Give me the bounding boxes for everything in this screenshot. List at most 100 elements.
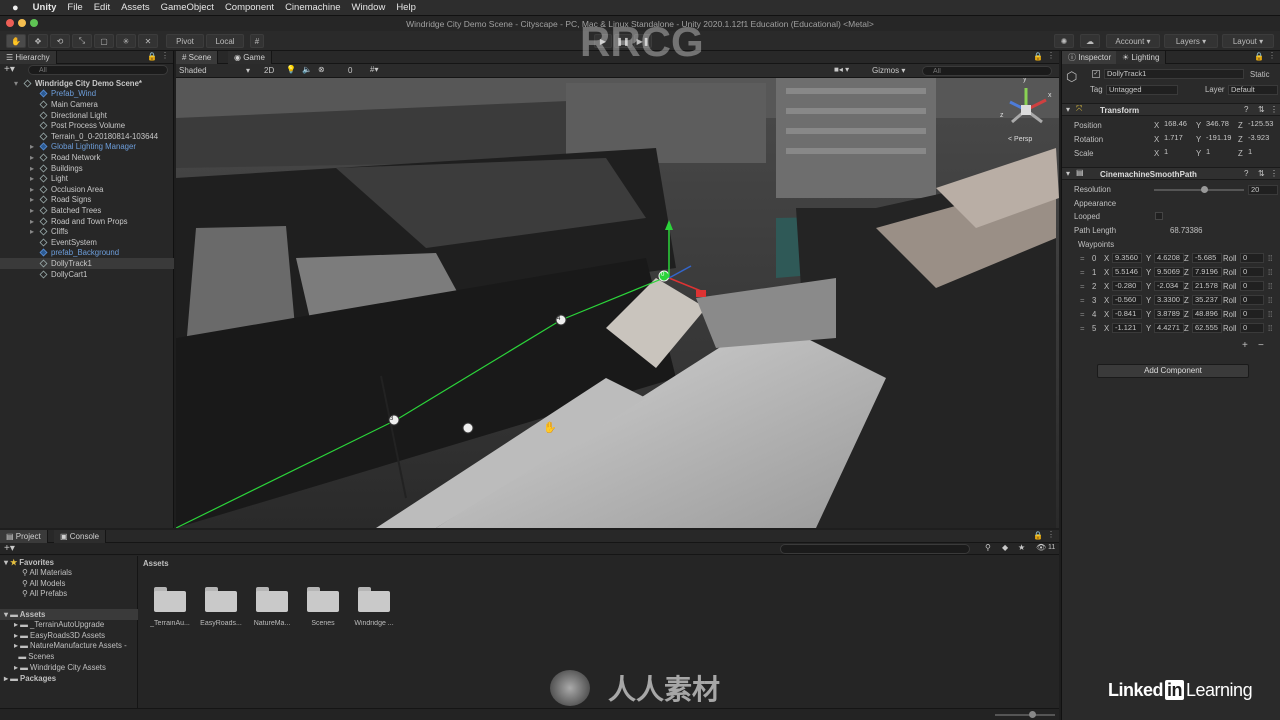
drag-handle-icon[interactable]: = xyxy=(1080,282,1085,291)
packages-tree-header[interactable]: ▸ ▬ Packages xyxy=(4,674,56,683)
transform-x-field[interactable]: 1.717 xyxy=(1162,134,1194,144)
filter-label-icon[interactable]: ◆ xyxy=(1002,543,1008,552)
tree-folder[interactable]: ▸ ▬ NatureManufacture Assets - xyxy=(14,641,127,650)
hierarchy-item[interactable]: prefab_Background xyxy=(0,248,174,259)
menu-edit[interactable]: Edit xyxy=(94,2,110,13)
waypoint-roll-field[interactable]: 0 xyxy=(1240,323,1264,333)
tab-lighting[interactable]: ☀ Lighting xyxy=(1116,51,1167,64)
favorite-icon[interactable]: ★ xyxy=(1018,543,1025,552)
waypoint-handle-icon[interactable]: ⁞⁞ xyxy=(1268,310,1272,319)
transform-y-field[interactable]: -191.19 xyxy=(1204,134,1236,144)
waypoint-roll-field[interactable]: 0 xyxy=(1240,281,1264,291)
transform-y-field[interactable]: 346.78 xyxy=(1204,120,1236,130)
local-toggle-button[interactable]: Local xyxy=(206,34,244,48)
gizmos-dropdown[interactable]: Gizmos ▾ xyxy=(872,66,905,75)
presets-icon[interactable]: ⇅ xyxy=(1258,169,1265,178)
waypoint-y-field[interactable]: 3.3300 xyxy=(1154,295,1184,305)
component-menu-icon[interactable]: ⋮ xyxy=(1270,105,1278,114)
hierarchy-item[interactable]: ▸ Light xyxy=(0,173,174,184)
scene-lock-icon[interactable]: 🔒 xyxy=(1033,52,1043,61)
waypoint-z-field[interactable]: 48.896 xyxy=(1192,309,1222,319)
waypoint-roll-field[interactable]: 0 xyxy=(1240,309,1264,319)
foldout-arrow-icon[interactable]: ▸ xyxy=(30,164,34,173)
menu-app[interactable]: Unity xyxy=(33,2,57,13)
foldout-arrow-icon[interactable]: ▸ xyxy=(30,206,34,215)
pivot-toggle-button[interactable]: Pivot xyxy=(166,34,204,48)
rotate-tool-icon[interactable]: ⟲ xyxy=(50,34,70,48)
menu-component[interactable]: Component xyxy=(225,2,274,13)
foldout-arrow-icon[interactable]: ▸ xyxy=(30,142,34,151)
pause-button[interactable]: ❚❚ xyxy=(614,34,632,48)
folder-icon[interactable] xyxy=(205,586,237,612)
transform-x-field[interactable]: 168.46 xyxy=(1162,120,1194,130)
transform-tool-icon[interactable]: ✳ xyxy=(116,34,136,48)
minimize-window-button[interactable] xyxy=(18,19,26,27)
account-dropdown[interactable]: Account ▾ xyxy=(1106,34,1160,48)
assets-tree-header[interactable]: ▾ ▬ Assets xyxy=(4,610,45,619)
assets-breadcrumb[interactable]: Assets xyxy=(143,559,169,568)
drag-handle-icon[interactable]: = xyxy=(1080,254,1085,263)
foldout-arrow-icon[interactable]: ▾ xyxy=(14,79,18,88)
2d-toggle[interactable]: 2D xyxy=(264,66,274,75)
waypoint-roll-field[interactable]: 0 xyxy=(1240,267,1264,277)
transform-z-field[interactable]: -125.53 xyxy=(1246,120,1278,130)
waypoint-roll-field[interactable]: 0 xyxy=(1240,253,1264,263)
lock-icon[interactable]: 🔒 xyxy=(147,52,157,61)
tree-folder[interactable]: ▬ Scenes xyxy=(14,652,54,661)
scale-tool-icon[interactable]: ⤡ xyxy=(72,34,92,48)
folder-icon[interactable] xyxy=(307,586,339,612)
hidden-packages-icon[interactable]: 👁 xyxy=(1036,543,1046,552)
resolution-field[interactable]: 20 xyxy=(1248,185,1278,195)
drag-handle-icon[interactable]: = xyxy=(1080,296,1085,305)
foldout-arrow-icon[interactable]: ▸ xyxy=(30,227,34,236)
waypoint-y-field[interactable]: 9.5069 xyxy=(1154,267,1184,277)
waypoint-y-field[interactable]: 3.8789 xyxy=(1154,309,1184,319)
waypoint-x-field[interactable]: -0.560 xyxy=(1112,295,1142,305)
icon-size-thumb[interactable] xyxy=(1029,711,1036,718)
static-toggle[interactable]: Static xyxy=(1250,70,1270,79)
scene-viewport[interactable]: 3 4 0 y x z < Persp ✋ xyxy=(176,78,1059,528)
fav-all-prefabs[interactable]: ⚲ All Prefabs xyxy=(22,589,67,598)
rect-tool-icon[interactable]: ▢ xyxy=(94,34,114,48)
project-search-input[interactable] xyxy=(780,544,970,554)
layer-dropdown[interactable]: Default xyxy=(1228,85,1278,95)
lighting-toggle-icon[interactable]: 💡 xyxy=(286,65,296,74)
hierarchy-item[interactable]: Terrain_0_0-20180814-103644 xyxy=(0,131,174,142)
hierarchy-item[interactable]: ▸ Buildings xyxy=(0,163,174,174)
help-icon[interactable]: ? xyxy=(1244,105,1248,114)
waypoint-z-field[interactable]: 35.237 xyxy=(1192,295,1222,305)
waypoint-z-field[interactable]: -5.685 xyxy=(1192,253,1222,263)
cloud-icon[interactable]: ☁ xyxy=(1080,34,1100,48)
effects-toggle-icon[interactable]: ⊗ xyxy=(318,65,325,74)
waypoint-x-field[interactable]: 5.5146 xyxy=(1112,267,1142,277)
layout-dropdown[interactable]: Layout ▾ xyxy=(1222,34,1274,48)
component-menu-icon[interactable]: ⋮ xyxy=(1270,169,1278,178)
hierarchy-item[interactable]: Directional Light xyxy=(0,110,174,121)
waypoint-handle-icon[interactable]: ⁞⁞ xyxy=(1268,282,1272,291)
menu-assets[interactable]: Assets xyxy=(121,2,150,13)
foldout-arrow-icon[interactable]: ▸ xyxy=(30,217,34,226)
waypoint-x-field[interactable]: -0.280 xyxy=(1112,281,1142,291)
more-icon[interactable]: ⋮ xyxy=(161,51,169,60)
project-create-icon[interactable]: +▾ xyxy=(4,543,15,554)
folder-icon[interactable] xyxy=(358,586,390,612)
tab-scene[interactable]: # Scene xyxy=(176,51,219,64)
services-icon[interactable]: ✺ xyxy=(1054,34,1074,48)
move-tool-icon[interactable]: ✥ xyxy=(28,34,48,48)
create-plus-icon[interactable]: +▾ xyxy=(4,64,15,75)
object-name-field[interactable]: DollyTrack1 xyxy=(1104,69,1244,79)
inspector-more-icon[interactable]: ⋮ xyxy=(1268,51,1276,60)
waypoint-x-field[interactable]: -1.121 xyxy=(1112,323,1142,333)
appearance-foldout[interactable]: Appearance xyxy=(1074,199,1116,208)
menu-window[interactable]: Window xyxy=(352,2,386,13)
tab-project[interactable]: ▤ Project xyxy=(0,530,48,543)
icon-size-slider[interactable] xyxy=(995,711,1055,718)
waypoint-x-field[interactable]: 9.3560 xyxy=(1112,253,1142,263)
waypoint-handle-icon[interactable]: ⁞⁞ xyxy=(1268,268,1272,277)
transform-x-field[interactable]: 1 xyxy=(1162,148,1194,158)
hierarchy-item[interactable]: Post Process Volume xyxy=(0,120,174,131)
tab-inspector[interactable]: ⓘ Inspector xyxy=(1062,51,1119,64)
menu-help[interactable]: Help xyxy=(396,2,416,13)
hierarchy-item[interactable]: ▾ Windridge City Demo Scene* xyxy=(0,78,174,89)
fav-all-models[interactable]: ⚲ All Models xyxy=(22,579,65,588)
